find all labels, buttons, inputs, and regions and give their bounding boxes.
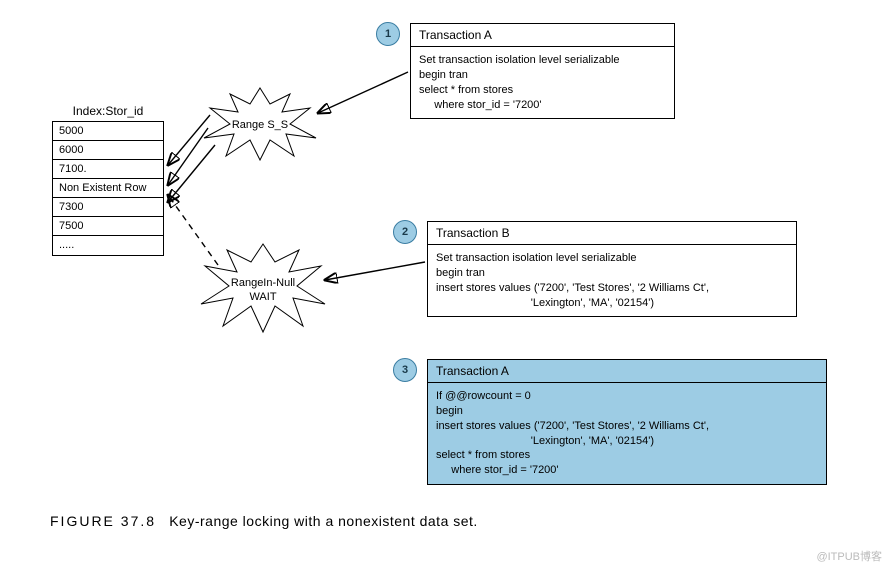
transaction-body: Set transaction isolation level serializ… [411, 47, 674, 118]
transaction-a-box: Transaction A Set transaction isolation … [410, 23, 675, 119]
step-marker-3: 3 [393, 358, 417, 382]
watermark: @ITPUB博客 [816, 548, 882, 564]
figure-caption: FIGURE 37.8 Key-range locking with a non… [50, 513, 478, 529]
starburst-label: Range S_S [232, 119, 288, 131]
index-row: 5000 [53, 122, 163, 141]
transaction-header: Transaction B [428, 222, 796, 245]
starburst-label-line1: RangeIn-Null [231, 277, 295, 289]
starburst-label-line2: WAIT [249, 291, 276, 303]
index-row: ..... [53, 236, 163, 255]
index-row: 7300 [53, 198, 163, 217]
step-marker-2: 2 [393, 220, 417, 244]
index-row: 6000 [53, 141, 163, 160]
index-table: Index:Stor_id 5000 6000 7100. Non Existe… [52, 104, 164, 256]
transaction-header: Transaction A [428, 360, 826, 383]
transaction-body: Set transaction isolation level serializ… [428, 245, 796, 316]
index-row: 7100. [53, 160, 163, 179]
index-body: 5000 6000 7100. Non Existent Row 7300 75… [52, 121, 164, 256]
transaction-header: Transaction A [411, 24, 674, 47]
figure-text: Key-range locking with a nonexistent dat… [169, 513, 478, 529]
index-row: 7500 [53, 217, 163, 236]
figure-number: FIGURE 37.8 [50, 513, 156, 529]
index-row: Non Existent Row [53, 179, 163, 198]
transaction-a2-box: Transaction A If @@rowcount = 0 begin in… [427, 359, 827, 485]
transaction-body: If @@rowcount = 0 begin insert stores va… [428, 383, 826, 484]
transaction-b-box: Transaction B Set transaction isolation … [427, 221, 797, 317]
starburst-rangein-null: RangeIn-Null WAIT [199, 242, 327, 334]
index-header: Index:Stor_id [52, 104, 164, 118]
step-marker-1: 1 [376, 22, 400, 46]
starburst-range-ss: Range S_S [202, 86, 318, 162]
